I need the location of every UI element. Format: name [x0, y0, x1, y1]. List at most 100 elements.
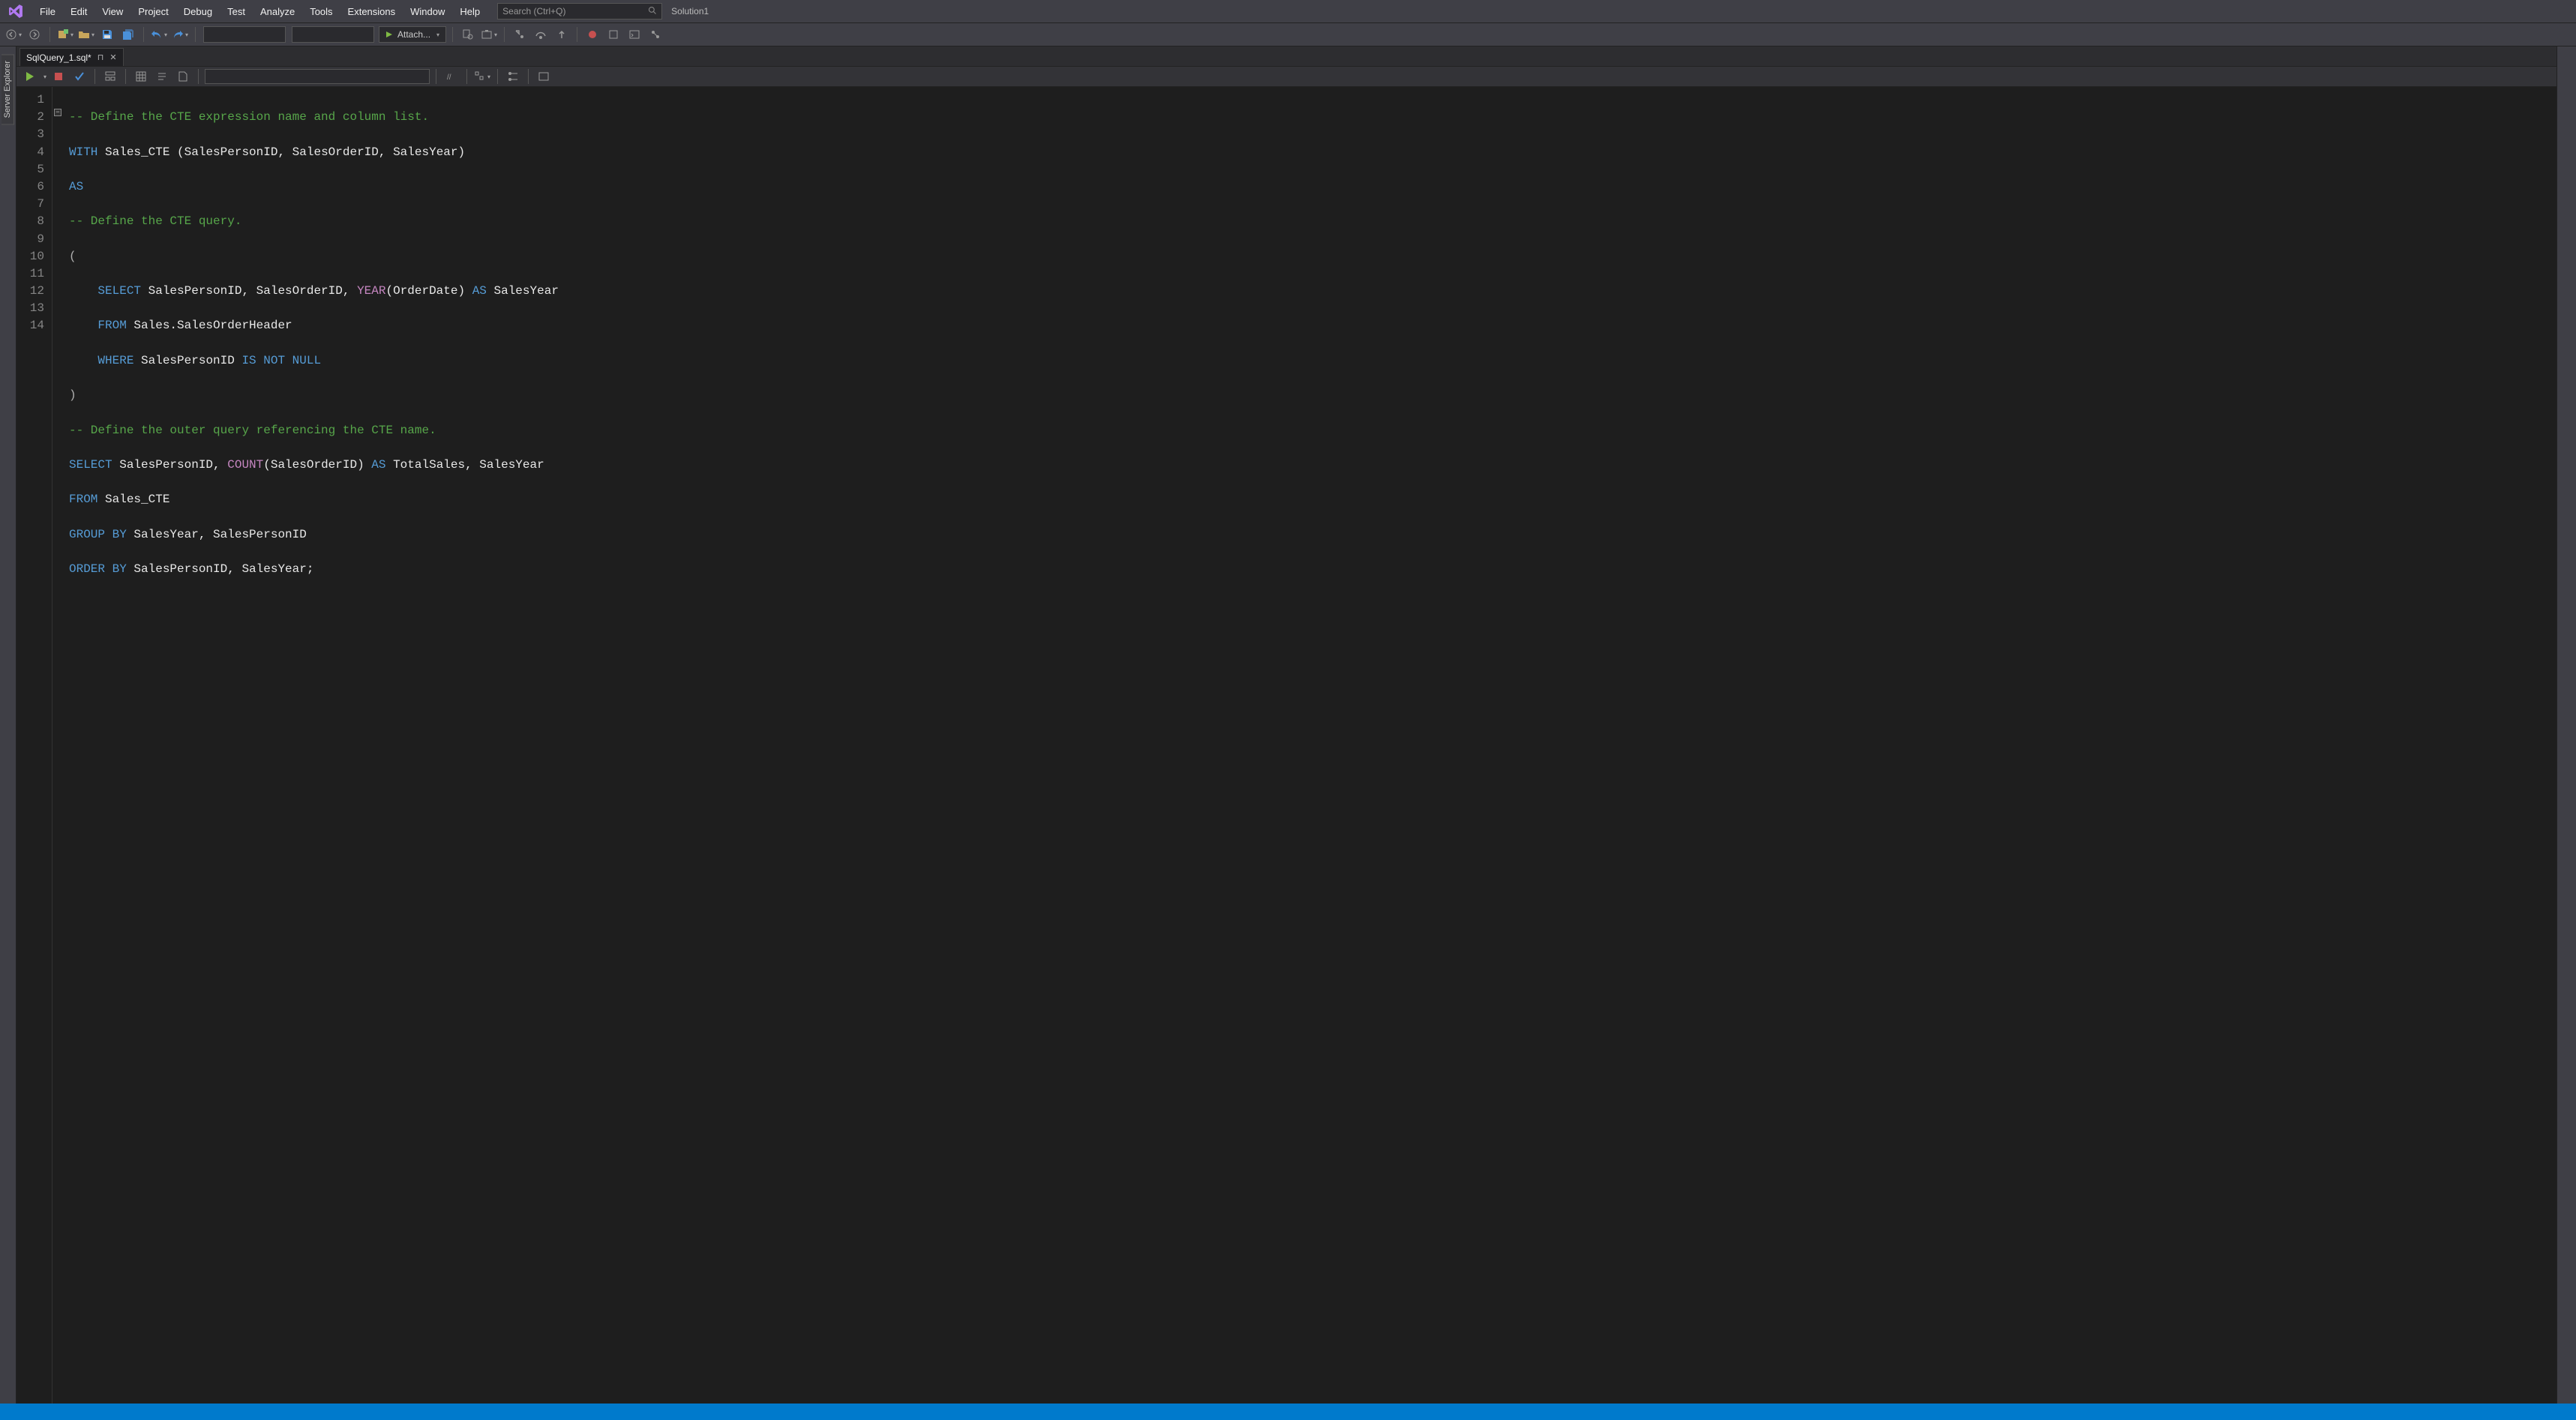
code-token: -- Define the CTE query. [69, 214, 241, 228]
redo-button[interactable]: ▾ [171, 25, 189, 43]
line-number: 11 [16, 265, 44, 283]
pin-tab-icon[interactable]: ⊓ [97, 52, 104, 62]
code-token: SalesPersonID, SalesOrderID, [141, 284, 357, 298]
vs-logo-icon [7, 3, 24, 19]
save-all-button[interactable] [119, 25, 137, 43]
line-number: 12 [16, 283, 44, 300]
code-token: TotalSales [393, 458, 465, 472]
code-token: SalesYear [494, 284, 559, 298]
immediate-window-button[interactable] [625, 25, 643, 43]
breakpoints-button[interactable] [583, 25, 601, 43]
nav-forward-button[interactable] [25, 25, 43, 43]
document-tab-label: SqlQuery_1.sql* [26, 52, 91, 63]
close-tab-icon[interactable]: ✕ [109, 52, 116, 62]
undo-button[interactable]: ▾ [150, 25, 168, 43]
menu-bar: File Edit View Project Debug Test Analyz… [0, 0, 2576, 22]
step-into-button[interactable] [511, 25, 529, 43]
line-number: 4 [16, 144, 44, 161]
toolbar-separator [198, 69, 199, 84]
line-number: 7 [16, 196, 44, 213]
code-token: SalesPersonID, SalesYear; [127, 562, 314, 576]
menu-window[interactable]: Window [403, 3, 451, 20]
indent-button[interactable]: ▾ [473, 67, 491, 85]
right-dock [2557, 46, 2576, 1404]
quick-launch-search[interactable]: Search (Ctrl+Q) [497, 3, 662, 19]
toolbar-separator [466, 69, 467, 84]
line-number: 14 [16, 317, 44, 334]
code-token: GROUP BY [69, 528, 127, 541]
toolbar-separator [195, 27, 196, 42]
menu-tools[interactable]: Tools [303, 3, 339, 20]
database-dropdown[interactable] [205, 69, 430, 84]
code-token: -- Define the outer query referencing th… [69, 424, 436, 437]
open-file-button[interactable]: ▾ [77, 25, 95, 43]
menu-extensions[interactable]: Extensions [341, 3, 403, 20]
menu-edit[interactable]: Edit [64, 3, 94, 20]
results-file-button[interactable] [174, 67, 192, 85]
execute-button[interactable] [21, 67, 39, 85]
step-out-button[interactable] [553, 25, 571, 43]
line-number: 5 [16, 161, 44, 178]
menu-project[interactable]: Project [131, 3, 175, 20]
code-token: SalesPersonID [133, 354, 241, 367]
code-token: ) [69, 388, 76, 402]
code-token: FROM [69, 493, 97, 506]
execute-dropdown-icon[interactable]: ▾ [43, 73, 46, 80]
results-text-button[interactable] [153, 67, 171, 85]
standard-toolbar: ▾ ▾ ▾ ▾ ▾ Attach... ▾ ▾ [0, 22, 2576, 46]
code-token: Sales_CTE [97, 493, 169, 506]
code-token: (SalesOrderID) [263, 458, 364, 472]
code-editor[interactable]: 1 2 3 4 5 6 7 8 9 10 11 12 13 14 [16, 87, 2557, 1404]
menu-debug[interactable]: Debug [177, 3, 219, 20]
left-dock: Server Explorer [0, 46, 16, 1404]
outline-button[interactable] [504, 67, 522, 85]
results-grid-button[interactable] [132, 67, 150, 85]
toolbox-button[interactable]: ▾ [480, 25, 498, 43]
toolbar-separator [528, 69, 529, 84]
nav-back-button[interactable]: ▾ [4, 25, 22, 43]
code-token: ORDER BY [69, 562, 127, 576]
stop-button[interactable] [49, 67, 67, 85]
search-placeholder: Search (Ctrl+Q) [502, 6, 565, 16]
attach-debugger-button[interactable]: Attach... ▾ [379, 26, 446, 43]
menu-file[interactable]: File [33, 3, 62, 20]
step-over-button[interactable] [532, 25, 550, 43]
document-tab[interactable]: SqlQuery_1.sql* ⊓ ✕ [19, 48, 124, 66]
server-explorer-tab[interactable]: Server Explorer [1, 54, 14, 124]
menu-help[interactable]: Help [453, 3, 487, 20]
comment-button[interactable]: // [442, 67, 460, 85]
code-token: AS [364, 458, 393, 472]
toolbar-separator [125, 69, 126, 84]
new-project-button[interactable]: ▾ [56, 25, 74, 43]
find-in-files-button[interactable] [459, 25, 477, 43]
live-share-button[interactable] [646, 25, 664, 43]
toolbar-separator [49, 27, 50, 42]
code-token: Sales_CTE [97, 145, 177, 159]
line-number: 8 [16, 213, 44, 230]
code-token: AS [465, 284, 493, 298]
menu-view[interactable]: View [95, 3, 130, 20]
line-number: 1 [16, 91, 44, 109]
parse-button[interactable] [70, 67, 88, 85]
code-content[interactable]: -- Define the CTE expression name and co… [55, 91, 2557, 613]
toolbar-separator [143, 27, 144, 42]
menu-analyze[interactable]: Analyze [253, 3, 301, 20]
vs-window: File Edit View Project Debug Test Analyz… [0, 0, 2576, 1420]
code-folding-margin: − [52, 87, 63, 1404]
save-button[interactable] [98, 25, 116, 43]
code-token: WHERE [97, 354, 133, 367]
menu-test[interactable]: Test [220, 3, 252, 20]
line-number: 6 [16, 178, 44, 196]
fold-toggle-icon[interactable]: − [54, 109, 61, 116]
solution-platform-dropdown[interactable] [292, 26, 374, 43]
attach-label: Attach... [397, 29, 430, 40]
code-token: SELECT [97, 284, 141, 298]
code-token: (OrderDate) [385, 284, 465, 298]
include-plan-button[interactable] [101, 67, 119, 85]
code-token: ( [69, 250, 76, 263]
line-number: 13 [16, 300, 44, 317]
exception-settings-button[interactable] [604, 25, 622, 43]
sqlcmd-button[interactable] [535, 67, 553, 85]
solution-config-dropdown[interactable] [203, 26, 286, 43]
line-number: 2 [16, 109, 44, 126]
